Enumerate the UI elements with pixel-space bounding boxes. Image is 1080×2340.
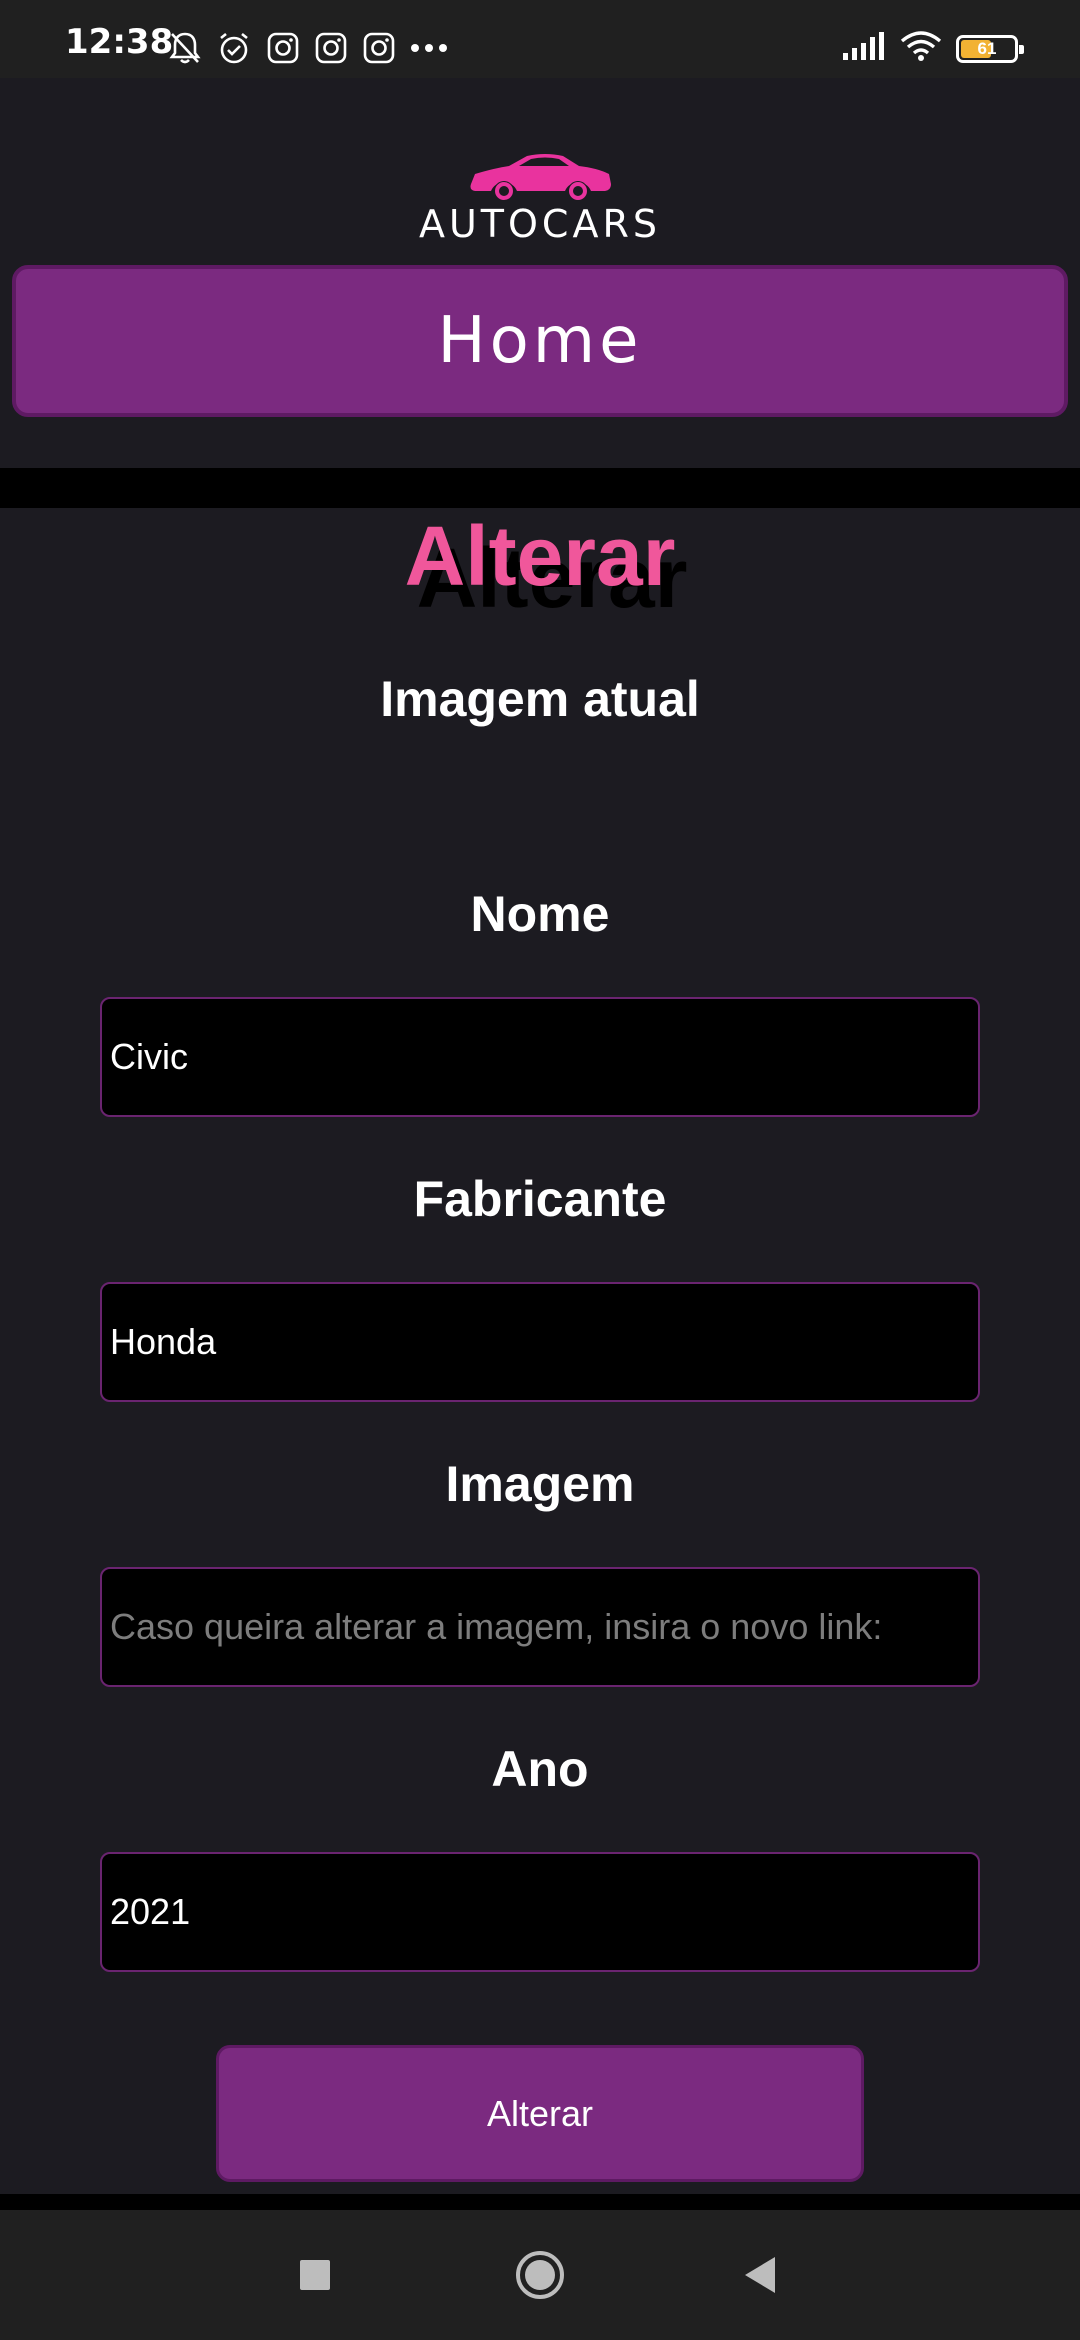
system-icons: 61 [842,30,1024,67]
home-circle-icon[interactable] [480,2210,600,2340]
bell-off-icon [168,30,202,66]
recents-square-icon[interactable] [255,2210,375,2340]
instagram-icon [314,31,348,65]
battery-level: 61 [977,38,997,58]
status-time: 12:38 [65,22,174,62]
signal-icon [842,31,886,66]
fabricante-input[interactable] [100,1282,980,1402]
alarm-icon [216,30,252,66]
nome-label: Nome [470,886,610,942]
home-button[interactable]: Home [12,265,1068,417]
battery-icon: 61 [956,34,1024,63]
screen: 12:38 61 AUTOCARS Home Alterar Imagem at… [0,0,1080,2340]
battery-tip [1019,44,1024,54]
bottom-divider [0,2194,1080,2210]
status-bar: 12:38 61 [0,0,1080,78]
app-logo[interactable]: AUTOCARS [410,150,670,246]
ano-label: Ano [491,1741,589,1797]
fabricante-label: Fabricante [413,1171,667,1227]
current-image-label: Imagem atual [380,671,700,727]
notification-icons [168,28,448,68]
instagram-icon [266,31,300,65]
system-nav-bar [0,2210,1080,2340]
more-dots-icon [410,43,448,53]
nome-input[interactable] [100,997,980,1117]
imagem-link-input[interactable] [100,1567,980,1687]
page-title: Alterar [404,509,676,603]
alterar-submit-button[interactable]: Alterar [216,2045,864,2182]
car-icon [470,154,611,201]
back-triangle-icon[interactable] [700,2210,820,2340]
imagem-label: Imagem [445,1456,635,1512]
instagram-icon [362,31,396,65]
header-divider [0,468,1080,508]
wifi-icon [900,30,942,67]
logo-text: AUTOCARS [419,202,661,246]
ano-input[interactable] [100,1852,980,1972]
